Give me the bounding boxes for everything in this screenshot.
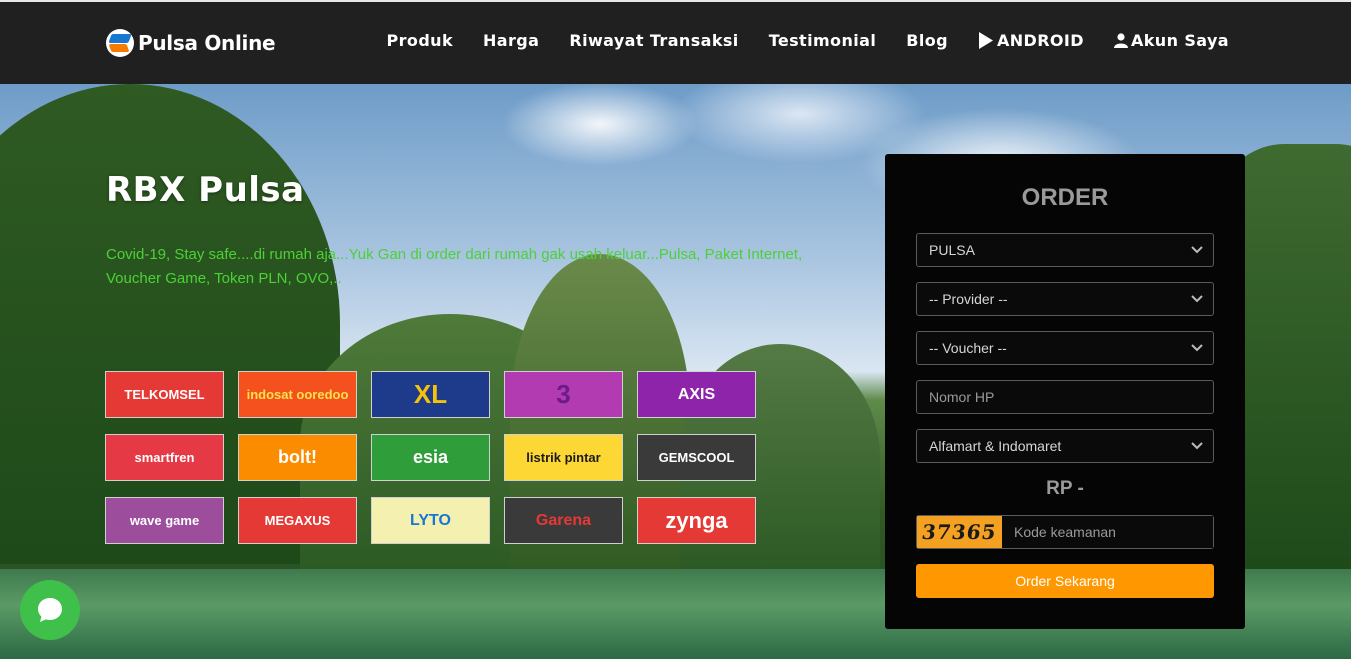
page-title: RBX Pulsa <box>106 170 305 210</box>
provider-bolt-logo[interactable]: bolt! <box>238 434 357 481</box>
price-display: RP - <box>1046 478 1084 499</box>
provider-indosat-logo[interactable]: indosat ooredoo <box>238 371 357 418</box>
nav-android[interactable]: ANDROID <box>978 31 1084 50</box>
brand-logo-icon <box>106 29 134 57</box>
nav-blog[interactable]: Blog <box>906 31 948 50</box>
chat-widget-button[interactable] <box>20 580 80 640</box>
chevron-down-icon <box>1191 295 1203 303</box>
provider-lyto-logo[interactable]: LYTO <box>371 497 490 544</box>
chevron-down-icon <box>1191 344 1203 352</box>
provider-zynga-logo[interactable]: zynga <box>637 497 756 544</box>
chat-bubble-icon <box>38 598 62 622</box>
chevron-down-icon <box>1191 442 1203 450</box>
provider-telkomsel-logo[interactable]: TELKOMSEL <box>105 371 224 418</box>
product-select[interactable]: PULSA <box>916 233 1214 267</box>
captcha-row: 37365 Kode keamanan <box>916 515 1214 549</box>
provider-axis-logo[interactable]: AXIS <box>637 371 756 418</box>
hero-subtitle: Covid-19, Stay safe....di rumah aja...Yu… <box>106 246 803 287</box>
nav-akun-saya[interactable]: Akun Saya <box>1113 31 1229 50</box>
provider-xl-logo[interactable]: XL <box>371 371 490 418</box>
provider-gemscool-logo[interactable]: GEMSCOOL <box>637 434 756 481</box>
order-title: ORDER <box>1021 184 1109 211</box>
main-nav: Produk Harga Riwayat Transaksi Testimoni… <box>387 31 1229 50</box>
provider-megaxus-logo[interactable]: MEGAXUS <box>238 497 357 544</box>
user-icon <box>1113 33 1128 48</box>
payment-method-select[interactable]: Alfamart & Indomaret <box>916 429 1214 463</box>
provider-listrik-pintar-logo[interactable]: listrik pintar <box>504 434 623 481</box>
provider-three-logo[interactable]: 3 <box>504 371 623 418</box>
nav-produk[interactable]: Produk <box>387 31 454 50</box>
provider-wavegame-logo[interactable]: wave game <box>105 497 224 544</box>
nav-riwayat-transaksi[interactable]: Riwayat Transaksi <box>569 31 738 50</box>
top-navbar: Pulsa Online Produk Harga Riwayat Transa… <box>0 0 1351 84</box>
provider-smartfren-logo[interactable]: smartfren <box>105 434 224 481</box>
nav-harga[interactable]: Harga <box>483 31 539 50</box>
nav-testimonial[interactable]: Testimonial <box>769 31 877 50</box>
phone-number-input[interactable]: Nomor HP <box>916 380 1214 414</box>
captcha-image: 37365 <box>917 516 1002 548</box>
provider-logo-grid: TELKOMSEL indosat ooredoo XL 3 AXIS smar… <box>105 371 756 544</box>
order-submit-button[interactable]: Order Sekarang <box>916 564 1214 598</box>
brand-name: Pulsa Online <box>138 31 276 55</box>
brand-logo-link[interactable]: Pulsa Online <box>106 28 276 58</box>
voucher-select[interactable]: -- Voucher -- <box>916 331 1214 365</box>
order-panel: ORDER PULSA -- Provider -- -- Voucher --… <box>885 154 1245 629</box>
chevron-down-icon <box>1191 246 1203 254</box>
provider-garena-logo[interactable]: Garena <box>504 497 623 544</box>
security-code-input[interactable]: Kode keamanan <box>1002 516 1213 548</box>
provider-esia-logo[interactable]: esia <box>371 434 490 481</box>
provider-select[interactable]: -- Provider -- <box>916 282 1214 316</box>
play-icon <box>978 32 993 49</box>
